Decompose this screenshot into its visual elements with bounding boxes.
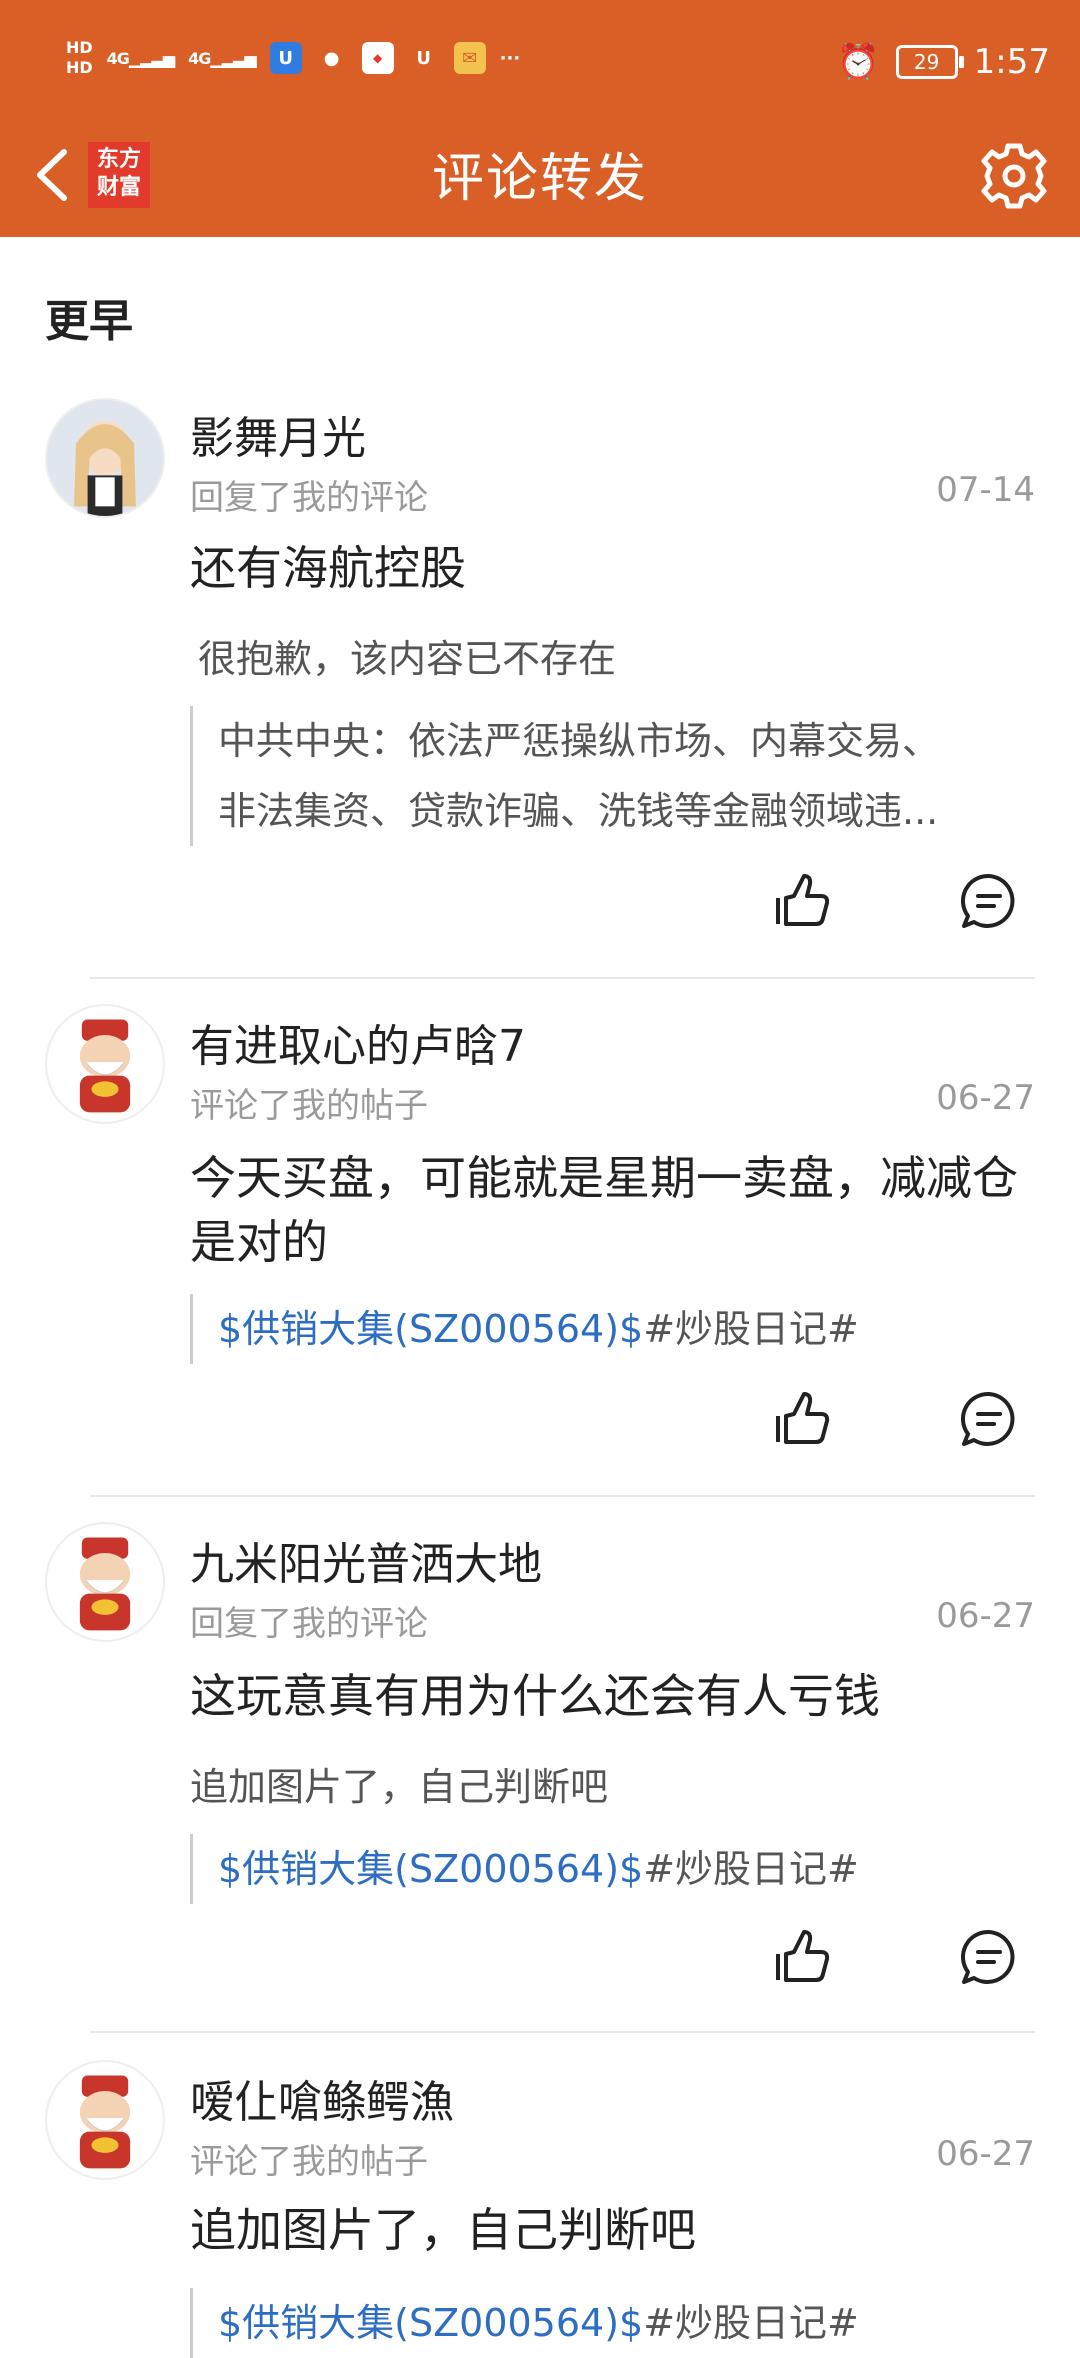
page-title: 评论转发 — [431, 149, 648, 209]
action-text: 评论了我的帖子 — [190, 1086, 428, 1126]
net1-label: 4G — [106, 48, 130, 68]
comment-bubble-icon[interactable] — [958, 870, 1020, 932]
quoted-post[interactable]: $供销大集(SZ000564)$#炒股日记# — [190, 1294, 1040, 1364]
quoted-post[interactable]: $供销大集(SZ000564)$#炒股日记# — [190, 2288, 1040, 2358]
divider — [90, 2031, 1035, 2033]
quote-line: $供销大集(SZ000564)$#炒股日记# — [218, 1834, 1040, 1904]
username[interactable]: 嗳仩嗆鲦鳄漁 — [190, 2066, 454, 2130]
anime-avatar-image — [47, 400, 163, 516]
battery-icon: 29 — [895, 45, 964, 79]
action-text: 回复了我的评论 — [190, 1604, 428, 1644]
app-notification-icon: U — [269, 42, 302, 74]
battery-level: 29 — [913, 50, 940, 74]
avatar[interactable] — [45, 1004, 165, 1124]
avatar[interactable] — [45, 398, 165, 518]
clock: 1:57 — [973, 42, 1050, 82]
stock-link[interactable]: $供销大集(SZ000564)$ — [218, 1847, 643, 1891]
status-right: ⏰ 29 1:57 — [837, 38, 1050, 86]
thumbs-up-icon[interactable] — [772, 870, 834, 932]
comment-text: 这玩意真有用为什么还会有人亏钱 — [190, 1669, 880, 1723]
default-avatar-image — [79, 1537, 131, 1631]
hd-indicator: HD HD — [66, 38, 93, 78]
quote-line: $供销大集(SZ000564)$#炒股日记# — [218, 1294, 1040, 1364]
hd2-label: HD — [66, 58, 93, 77]
reply-subtext: 很抱歉，该内容已不存在 — [198, 637, 617, 681]
comment-text: 追加图片了，自己判断吧 — [190, 2203, 696, 2257]
default-avatar-image — [79, 1019, 131, 1113]
qq-icon: ● — [323, 47, 340, 69]
username[interactable]: 影舞月光 — [190, 402, 366, 466]
divider — [90, 977, 1035, 979]
news-app-icon: ◆ — [361, 42, 394, 74]
comment-bubble-icon[interactable] — [958, 1388, 1020, 1450]
more-notifications-icon: ··· — [499, 47, 521, 69]
stock-link[interactable]: $供销大集(SZ000564)$ — [218, 2301, 643, 2345]
signal-icon-2: 4G▁▂▃▅ — [188, 48, 256, 68]
thumbs-up-icon[interactable] — [772, 1926, 834, 1988]
date: 06-27 — [936, 1078, 1035, 1118]
action-text: 评论了我的帖子 — [190, 2142, 428, 2182]
avatar[interactable] — [45, 1522, 165, 1642]
comment-text: 今天买盘，可能就是星期一卖盘，减减仓是对的 — [190, 1151, 1018, 1269]
quoted-post[interactable]: 中共中央：依法严惩操纵市场、内幕交易、 非法集资、贷款诈骗、洗钱等金融领域违..… — [190, 706, 1040, 846]
default-avatar-image — [79, 2075, 131, 2169]
stock-link[interactable]: $供销大集(SZ000564)$ — [218, 1307, 643, 1351]
date: 06-27 — [936, 1596, 1035, 1636]
signal-icon-1: 4G▁▂▃▅ — [106, 48, 175, 68]
app-notification-icon-2: U — [416, 47, 431, 69]
topic-tag[interactable]: #炒股日记# — [643, 1847, 859, 1891]
action-text: 回复了我的评论 — [190, 478, 428, 518]
net2-label: 4G — [188, 48, 211, 68]
date: 06-27 — [936, 2134, 1035, 2174]
username[interactable]: 九米阳光普洒大地 — [190, 1528, 542, 1592]
thumbs-up-icon[interactable] — [772, 1388, 834, 1450]
reply-subtext: 追加图片了，自己判断吧 — [190, 1765, 609, 1809]
hd1-label: HD — [66, 38, 93, 57]
mail-app-icon: ✉ — [453, 42, 486, 74]
nav-bar: 东方 财富 评论转发 — [0, 120, 1080, 237]
status-left: HD HD 4G▁▂▃▅ 4G▁▂▃▅ U ● ◆ U ✉ ··· — [66, 28, 520, 88]
quote-line: $供销大集(SZ000564)$#炒股日记# — [218, 2288, 1040, 2358]
top-bar: HD HD 4G▁▂▃▅ 4G▁▂▃▅ U ● ◆ U ✉ ··· ⏰ 29 1… — [0, 0, 1080, 237]
comment-bubble-icon[interactable] — [958, 1926, 1020, 1988]
status-bar: HD HD 4G▁▂▃▅ 4G▁▂▃▅ U ● ◆ U ✉ ··· ⏰ 29 1… — [0, 0, 1080, 120]
topic-tag[interactable]: #炒股日记# — [643, 1307, 859, 1351]
quoted-post[interactable]: $供销大集(SZ000564)$#炒股日记# — [190, 1834, 1040, 1904]
section-title: 更早 — [45, 296, 133, 347]
comment-text: 还有海航控股 — [190, 541, 466, 595]
date: 07-14 — [936, 470, 1035, 510]
divider — [90, 1495, 1035, 1497]
gear-icon[interactable] — [976, 138, 1052, 214]
username[interactable]: 有进取心的卢晗7 — [190, 1010, 526, 1074]
alarm-icon: ⏰ — [837, 42, 880, 82]
quote-line: 中共中央：依法严惩操纵市场、内幕交易、 — [218, 719, 941, 763]
quote-line: 非法集资、贷款诈骗、洗钱等金融领域违... — [218, 789, 939, 833]
avatar[interactable] — [45, 2060, 165, 2180]
topic-tag[interactable]: #炒股日记# — [643, 2301, 859, 2345]
